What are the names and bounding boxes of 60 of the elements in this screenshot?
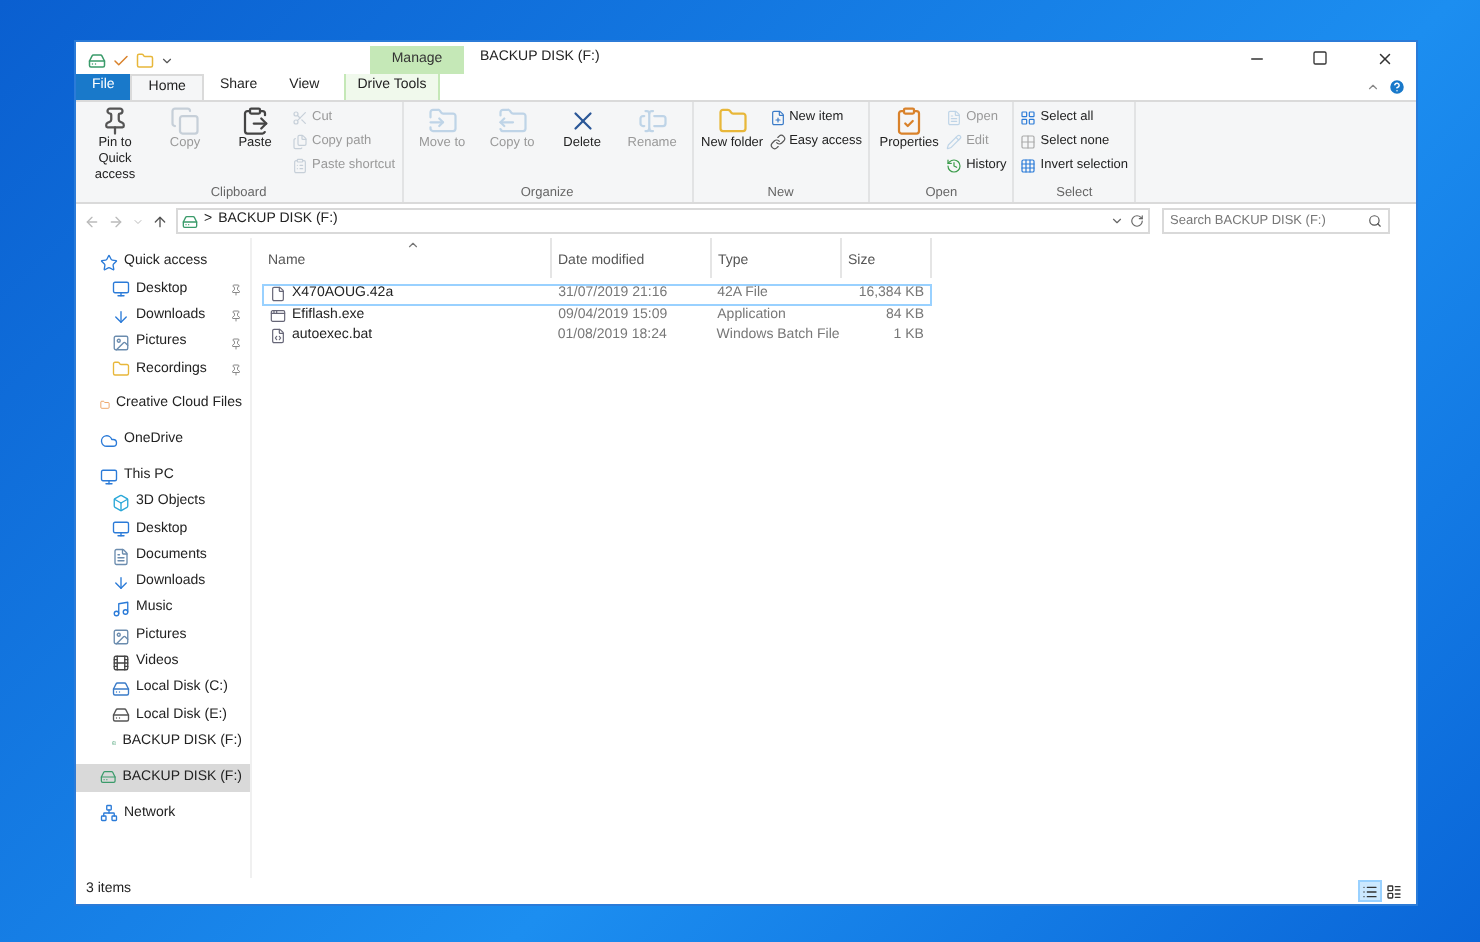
forward-icon[interactable] xyxy=(108,213,124,229)
folder-icon xyxy=(717,106,748,136)
image-icon xyxy=(112,334,130,353)
script-icon xyxy=(270,328,286,345)
rename-icon xyxy=(637,106,668,136)
star-icon xyxy=(100,254,118,273)
document-icon xyxy=(112,547,130,566)
move-to-icon xyxy=(427,106,458,136)
drive-icon xyxy=(100,768,117,787)
files-icon xyxy=(292,133,308,149)
image-icon xyxy=(112,627,130,645)
select-none-icon xyxy=(1020,133,1037,149)
folder-icon[interactable] xyxy=(136,51,154,69)
pin-icon xyxy=(230,310,242,323)
back-icon[interactable] xyxy=(84,213,100,229)
download-icon xyxy=(112,573,130,592)
pin-icon xyxy=(100,106,130,136)
help-icon[interactable] xyxy=(1388,78,1406,96)
file-icon xyxy=(270,286,286,303)
drive-icon xyxy=(112,680,130,699)
maximize-icon xyxy=(1312,50,1328,66)
select-all-icon xyxy=(1020,109,1037,125)
dropdown-icon[interactable] xyxy=(1110,214,1124,228)
desktop-icon xyxy=(112,520,130,539)
drive-icon xyxy=(182,213,198,229)
pin-icon xyxy=(230,363,242,376)
close-icon xyxy=(1375,49,1393,67)
edit-icon xyxy=(946,133,963,149)
film-icon xyxy=(112,653,130,672)
folder-icon xyxy=(112,360,130,379)
app-icon xyxy=(270,307,286,324)
copy-icon xyxy=(170,106,200,136)
copy-to-icon xyxy=(497,106,528,136)
cube-icon xyxy=(112,494,130,513)
monitor-icon xyxy=(100,467,118,486)
folder-icon xyxy=(100,396,110,415)
invert-selection-icon xyxy=(1020,157,1037,173)
desktop-icon xyxy=(112,280,130,299)
caret-icon[interactable] xyxy=(160,53,174,67)
download-icon xyxy=(112,307,130,326)
search-icon xyxy=(1368,214,1382,228)
collapse-ribbon-icon[interactable] xyxy=(1366,80,1380,94)
clipboard-icon xyxy=(240,106,270,136)
drive-icon[interactable] xyxy=(88,51,106,69)
refresh-icon[interactable] xyxy=(1130,214,1144,228)
new-item-icon xyxy=(769,109,786,125)
pin-icon xyxy=(230,337,242,350)
up-icon[interactable] xyxy=(152,213,168,229)
scissors-icon xyxy=(292,109,308,125)
music-icon xyxy=(112,600,130,619)
link-icon xyxy=(769,133,786,149)
pin-icon xyxy=(230,283,242,296)
network-icon xyxy=(100,804,118,823)
open-icon xyxy=(946,109,963,125)
view-button[interactable] xyxy=(1358,880,1382,902)
sort-icon xyxy=(406,238,420,252)
history-icon xyxy=(946,157,963,173)
cloud-icon xyxy=(100,431,118,450)
view-button[interactable] xyxy=(1382,880,1406,902)
drive-icon xyxy=(112,706,130,725)
